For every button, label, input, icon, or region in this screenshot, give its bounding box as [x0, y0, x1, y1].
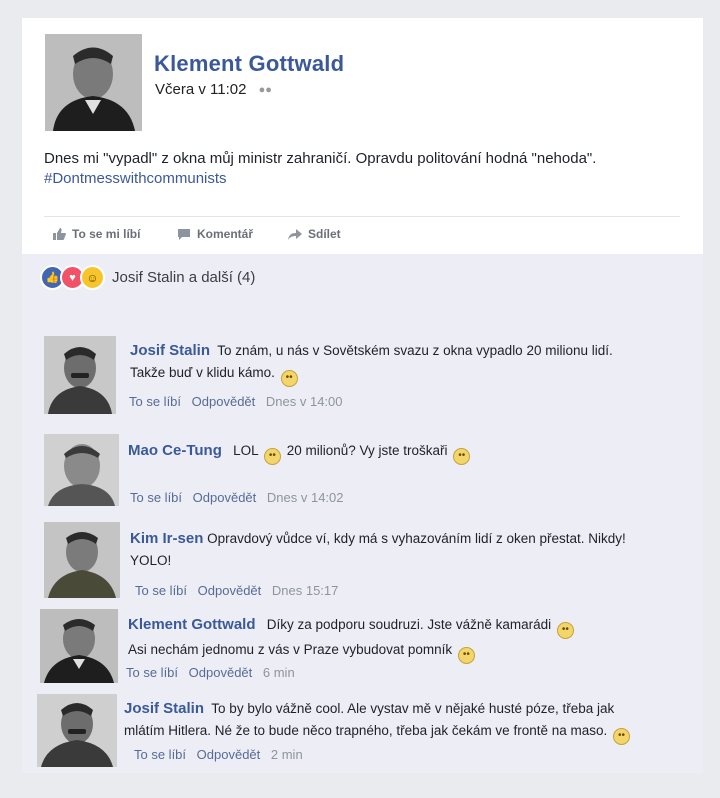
comment-label: Komentář: [197, 227, 254, 241]
post-header-area: Klement Gottwald Včera v 11:02 ●● Dnes m…: [22, 18, 703, 254]
commenter-avatar[interactable]: [40, 609, 118, 683]
comment-like-link[interactable]: To se líbí: [126, 665, 178, 680]
post-author-name[interactable]: Klement Gottwald: [154, 51, 344, 77]
audience-icon[interactable]: ●●: [259, 84, 272, 96]
comment-like-link[interactable]: To se líbí: [130, 490, 182, 505]
comment-like-link[interactable]: To se líbí: [135, 583, 187, 598]
comment-time[interactable]: 2 min: [271, 747, 303, 762]
comment-text: 20 milionů? Vy jste troškaři: [286, 443, 448, 458]
comment-meta: To se líbí Odpovědět 6 min: [126, 665, 302, 680]
share-label: Sdílet: [308, 227, 341, 241]
commenter-name[interactable]: Josif Stalin: [130, 342, 210, 359]
comment-button[interactable]: Komentář: [177, 227, 253, 241]
post-body: Dnes mi "vypadl" z okna můj ministr zahr…: [44, 149, 684, 189]
haha-icon: ☺: [80, 265, 105, 290]
comment-reply-link[interactable]: Odpovědět: [197, 747, 261, 762]
post-card: Klement Gottwald Včera v 11:02 ●● Dnes m…: [22, 18, 703, 773]
smile-emoji-icon: ••: [263, 448, 281, 465]
comment-reply-link[interactable]: Odpovědět: [192, 394, 256, 409]
comment-text: LOL: [233, 443, 259, 458]
comment-text: YOLO!: [130, 553, 172, 568]
commenter-name[interactable]: Kim Ir-sen: [130, 530, 203, 547]
comment-reply-link[interactable]: Odpovědět: [198, 583, 262, 598]
comment-text: Opravdový vůdce ví, kdy má s vyhazováním…: [207, 531, 626, 546]
comment-time[interactable]: Dnes v 14:00: [266, 394, 343, 409]
comment-text: Asi nechám jednomu z vás v Praze vybudov…: [128, 642, 453, 657]
comment-like-link[interactable]: To se líbí: [134, 747, 186, 762]
smile-emoji-icon: ••: [453, 448, 471, 465]
comment-meta: To se líbí Odpovědět 2 min: [134, 747, 310, 762]
smile-emoji-icon: ••: [613, 728, 631, 745]
author-avatar[interactable]: [45, 34, 142, 131]
comment-time[interactable]: 6 min: [263, 665, 295, 680]
smile-emoji-icon: ••: [556, 622, 574, 639]
commenter-name[interactable]: Mao Ce-Tung: [128, 442, 222, 459]
comment-text: To by bylo vážně cool. Ale vystav mě v n…: [211, 701, 615, 716]
like-label: To se mi líbí: [72, 227, 141, 241]
commenter-avatar[interactable]: [44, 336, 116, 414]
commenter-avatar[interactable]: [44, 434, 119, 506]
comment-body: Josif Stalin To znám, u nás v Sovětském …: [130, 340, 690, 387]
thumbs-up-icon: [52, 228, 66, 240]
divider: [44, 216, 680, 217]
comment-text: Takže buď v klidu kámo.: [130, 365, 275, 380]
commenter-name[interactable]: Josif Stalin: [124, 700, 204, 717]
comment-like-link[interactable]: To se líbí: [129, 394, 181, 409]
comment-text: mlátím Hitlera. Né že to bude něco trapn…: [124, 723, 608, 738]
comment-body: Kim Ir-sen Opravdový vůdce ví, kdy má s …: [130, 528, 690, 572]
share-arrow-icon: [288, 228, 302, 240]
post-hashtag[interactable]: #Dontmesswithcommunists: [44, 170, 227, 187]
comment-reply-link[interactable]: Odpovědět: [193, 490, 257, 505]
commenter-name[interactable]: Klement Gottwald: [128, 616, 256, 633]
post-timestamp[interactable]: Včera v 11:02 ●●: [155, 81, 272, 98]
comment-body: Josif Stalin To by bylo vážně cool. Ale …: [124, 698, 694, 745]
share-button[interactable]: Sdílet: [288, 227, 341, 241]
comment-text: Díky za podporu soudruzi. Jste vážně kam…: [266, 617, 552, 632]
reactions-summary[interactable]: Josif Stalin a další (4): [112, 269, 255, 286]
comments-section: 👍 ♥ ☺ Josif Stalin a další (4) Josif Sta…: [22, 254, 703, 773]
reactions-bar[interactable]: 👍 ♥ ☺ Josif Stalin a další (4): [40, 265, 255, 290]
comment-body: Klement Gottwald Díky za podporu soudruz…: [128, 614, 693, 664]
comment-meta: To se líbí Odpovědět Dnes 15:17: [135, 583, 345, 598]
comment-time[interactable]: Dnes v 14:02: [267, 490, 344, 505]
comment-reply-link[interactable]: Odpovědět: [189, 665, 253, 680]
like-button[interactable]: To se mi líbí: [52, 227, 140, 241]
comment-text: To znám, u nás v Sovětském svazu z okna …: [217, 343, 613, 358]
smile-emoji-icon: ••: [280, 370, 298, 387]
comment-body: Mao Ce-Tung LOL •• 20 milionů? Vy jste t…: [128, 440, 688, 465]
commenter-avatar[interactable]: [44, 522, 120, 598]
commenter-avatar[interactable]: [37, 694, 117, 767]
comment-time[interactable]: Dnes 15:17: [272, 583, 339, 598]
post-time-text: Včera v 11:02: [155, 81, 247, 98]
comment-meta: To se líbí Odpovědět Dnes v 14:02: [130, 490, 351, 505]
comment-icon: [177, 228, 191, 240]
comment-meta: To se líbí Odpovědět Dnes v 14:00: [129, 394, 350, 409]
post-text: Dnes mi "vypadl" z okna můj ministr zahr…: [44, 150, 597, 167]
smile-emoji-icon: ••: [457, 647, 475, 664]
